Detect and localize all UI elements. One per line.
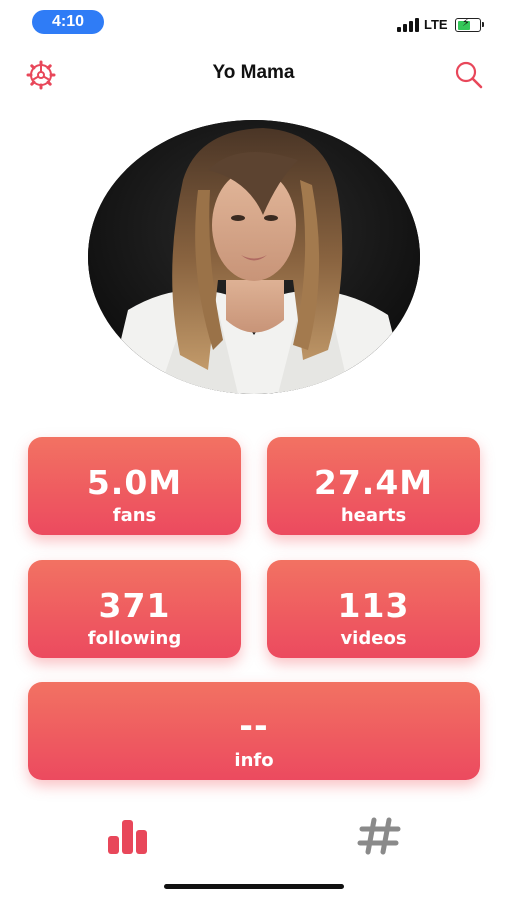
following-card[interactable]: 371 following [28,560,241,658]
page-title: Yo Mama [212,62,295,83]
search-button[interactable] [452,58,486,92]
hearts-label: hearts [340,505,407,526]
fans-value: 5.0M [86,463,183,502]
following-label: following [87,628,182,649]
battery-icon: ⚡ [455,16,484,32]
signal-icon [397,18,419,32]
status-bar: 4:10 LTE ⚡ [0,0,507,44]
nav-bar: Yo Mama [0,52,507,96]
status-time: 4:10 [32,10,104,34]
app-screen: 4:10 LTE ⚡ Yo Mama 5.0M fans 27.4M heart… [0,0,507,900]
hashtag-icon [357,817,401,855]
tab-bar [0,800,507,870]
profile-avatar[interactable] [88,120,420,394]
videos-value: 113 [337,586,410,625]
videos-label: videos [340,628,407,649]
videos-card[interactable]: 113 videos [267,560,480,658]
following-value: 371 [98,586,171,625]
network-type: LTE [424,17,448,32]
info-value: -- [239,706,269,745]
info-label: info [234,750,274,771]
fans-card[interactable]: 5.0M fans [28,437,241,535]
info-card[interactable]: -- info [28,682,480,780]
hearts-value: 27.4M [313,463,434,502]
profile-photo [88,120,420,394]
home-indicator[interactable] [164,884,344,889]
tab-stats[interactable] [102,816,154,856]
tab-hashtags[interactable] [354,816,406,856]
hearts-card[interactable]: 27.4M hearts [267,437,480,535]
fans-label: fans [112,505,157,526]
bar-chart-icon [108,820,147,854]
search-icon [455,61,483,89]
